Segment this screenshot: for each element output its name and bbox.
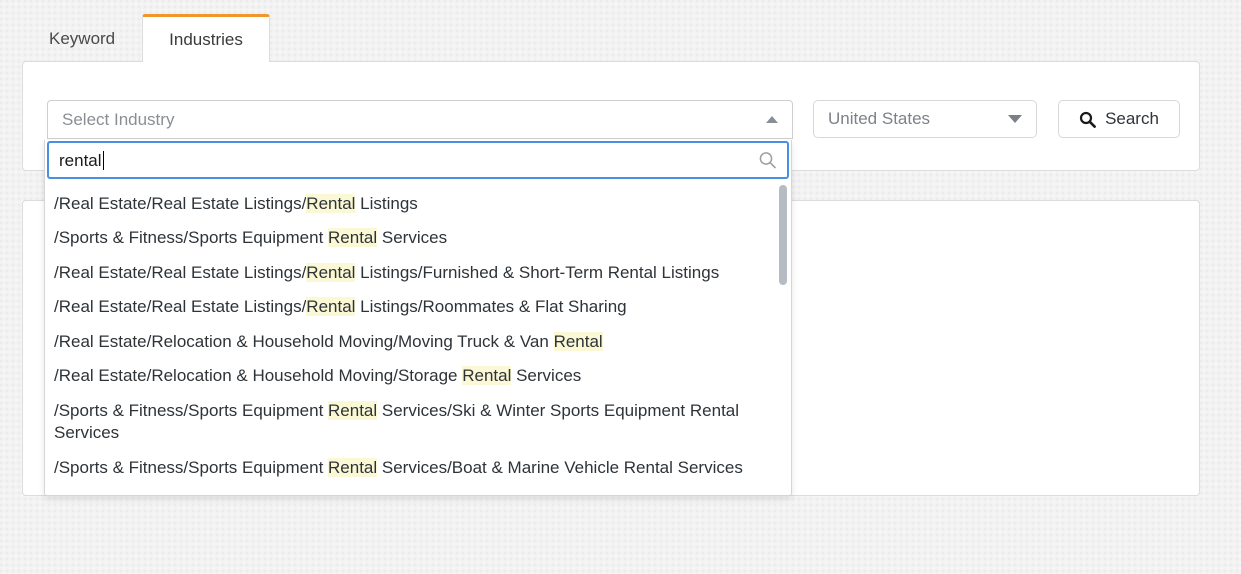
tab-industries-label: Industries [169, 29, 243, 49]
text-cursor [102, 150, 104, 170]
match-highlight: Rental [553, 331, 603, 351]
country-select[interactable]: United States [813, 100, 1037, 138]
industry-search-input[interactable]: rental [47, 141, 789, 179]
search-icon [759, 152, 776, 169]
list-item[interactable]: /Real Estate/Relocation & Household Movi… [45, 359, 791, 393]
list-item[interactable]: /Sports & Fitness/Sports Equipment Renta… [45, 394, 791, 451]
list-item[interactable]: /Real Estate/Relocation & Household Movi… [45, 325, 791, 359]
match-highlight: Rental [328, 457, 378, 477]
industry-suggestion-list[interactable]: /Real Estate/Real Estate Listings/Rental… [45, 179, 791, 495]
match-highlight: Rental [306, 262, 356, 282]
match-highlight: Rental [328, 400, 378, 420]
search-controls-row: Select Industry United States Search [47, 100, 1183, 140]
match-highlight: Rental [462, 366, 512, 386]
match-highlight: Rental [306, 194, 356, 213]
match-highlight: Rental [306, 297, 356, 317]
country-select-value: United States [828, 109, 931, 128]
dropdown-scrollbar[interactable] [779, 185, 787, 495]
tab-keyword[interactable]: Keyword [22, 14, 142, 62]
chevron-down-icon [1008, 115, 1022, 123]
match-highlight: Rental [328, 228, 378, 248]
tab-strip: Keyword Industries [22, 14, 270, 62]
tab-keyword-label: Keyword [49, 28, 116, 48]
list-item[interactable]: /Real Estate/Real Estate Listings/Rental… [45, 187, 791, 221]
industry-select-placeholder: Select Industry [62, 109, 175, 129]
industry-search-input-value: rental [59, 150, 104, 170]
list-item[interactable]: /Sports & Fitness/Sports Equipment Renta… [45, 451, 791, 485]
tab-industries[interactable]: Industries [142, 14, 270, 62]
search-button[interactable]: Search [1058, 100, 1180, 138]
industry-select[interactable]: Select Industry [47, 100, 793, 139]
list-item[interactable]: /Real Estate/Real Estate Listings/Rental… [45, 256, 791, 290]
chevron-up-icon [766, 116, 778, 123]
search-button-label: Search [1105, 109, 1159, 128]
industry-search-input-text: rental [59, 150, 102, 170]
search-icon [1079, 111, 1096, 128]
dropdown-scrollbar-thumb[interactable] [779, 185, 787, 285]
list-item[interactable]: /Sports & Fitness/Sports Equipment Renta… [45, 221, 791, 255]
industry-typeahead-dropdown: rental /Real Estate/Real Estate Listings… [44, 140, 792, 496]
list-item[interactable]: /Real Estate/Real Estate Listings/Rental… [45, 290, 791, 324]
